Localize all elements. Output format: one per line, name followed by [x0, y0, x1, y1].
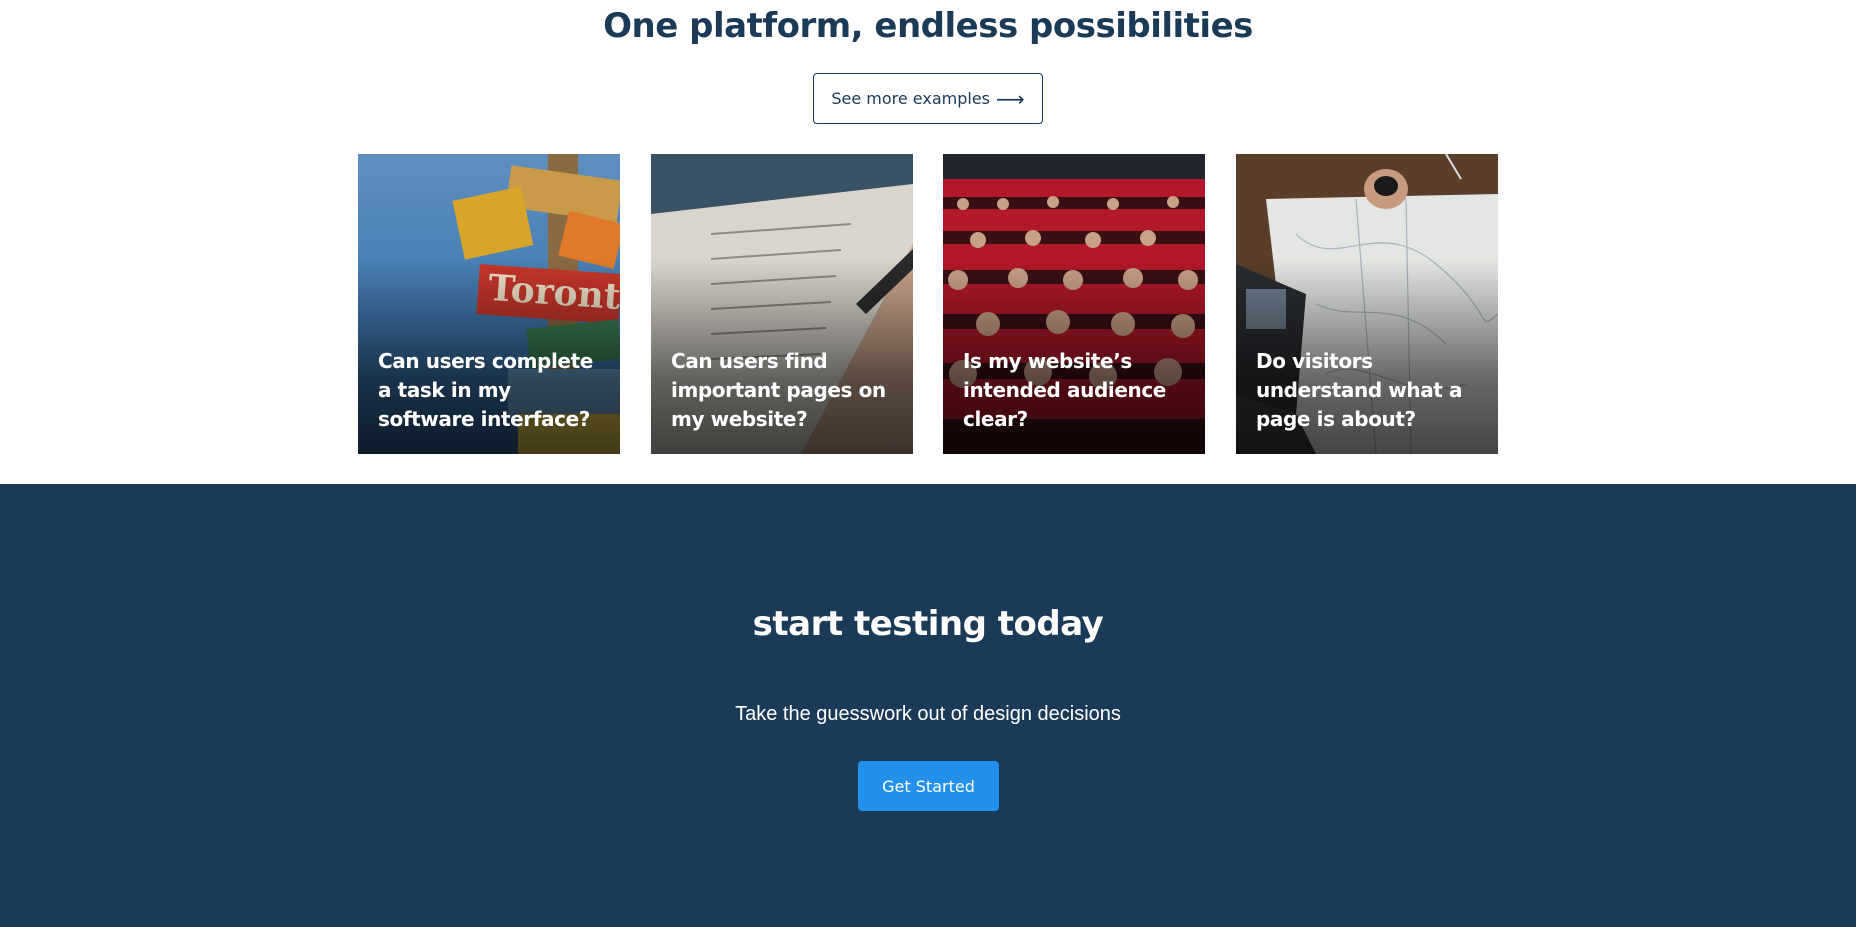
cta-subtitle: Take the guesswork out of design decisio… — [735, 703, 1121, 725]
examples-heading: One platform, endless possibilities — [603, 6, 1253, 46]
cta-heading: start testing today — [752, 604, 1104, 644]
see-more-examples-label: See more examples — [831, 89, 990, 108]
example-card-find-pages[interactable]: Can users find important pages on my web… — [651, 154, 913, 454]
cta-section: start testing today Take the guesswork o… — [0, 484, 1856, 927]
examples-section: One platform, endless possibilities See … — [0, 0, 1856, 484]
example-card-page-understanding[interactable]: Do visitors understand what a page is ab… — [1236, 154, 1498, 454]
get-started-button[interactable]: Get Started — [858, 761, 999, 811]
example-cards: Toronto Can users complete a task in my … — [358, 154, 1498, 454]
card-caption: Can users find important pages on my web… — [671, 349, 886, 431]
example-card-task-completion[interactable]: Toronto Can users complete a task in my … — [358, 154, 620, 454]
card-caption: Is my website’s intended audience clear? — [963, 349, 1166, 431]
see-more-examples-button[interactable]: See more examples ⟶ — [813, 73, 1043, 124]
card-caption: Can users complete a task in my software… — [378, 349, 593, 431]
example-card-audience[interactable]: Is my website’s intended audience clear? — [943, 154, 1205, 454]
arrow-right-icon: ⟶ — [996, 86, 1025, 111]
card-caption: Do visitors understand what a page is ab… — [1256, 349, 1463, 431]
